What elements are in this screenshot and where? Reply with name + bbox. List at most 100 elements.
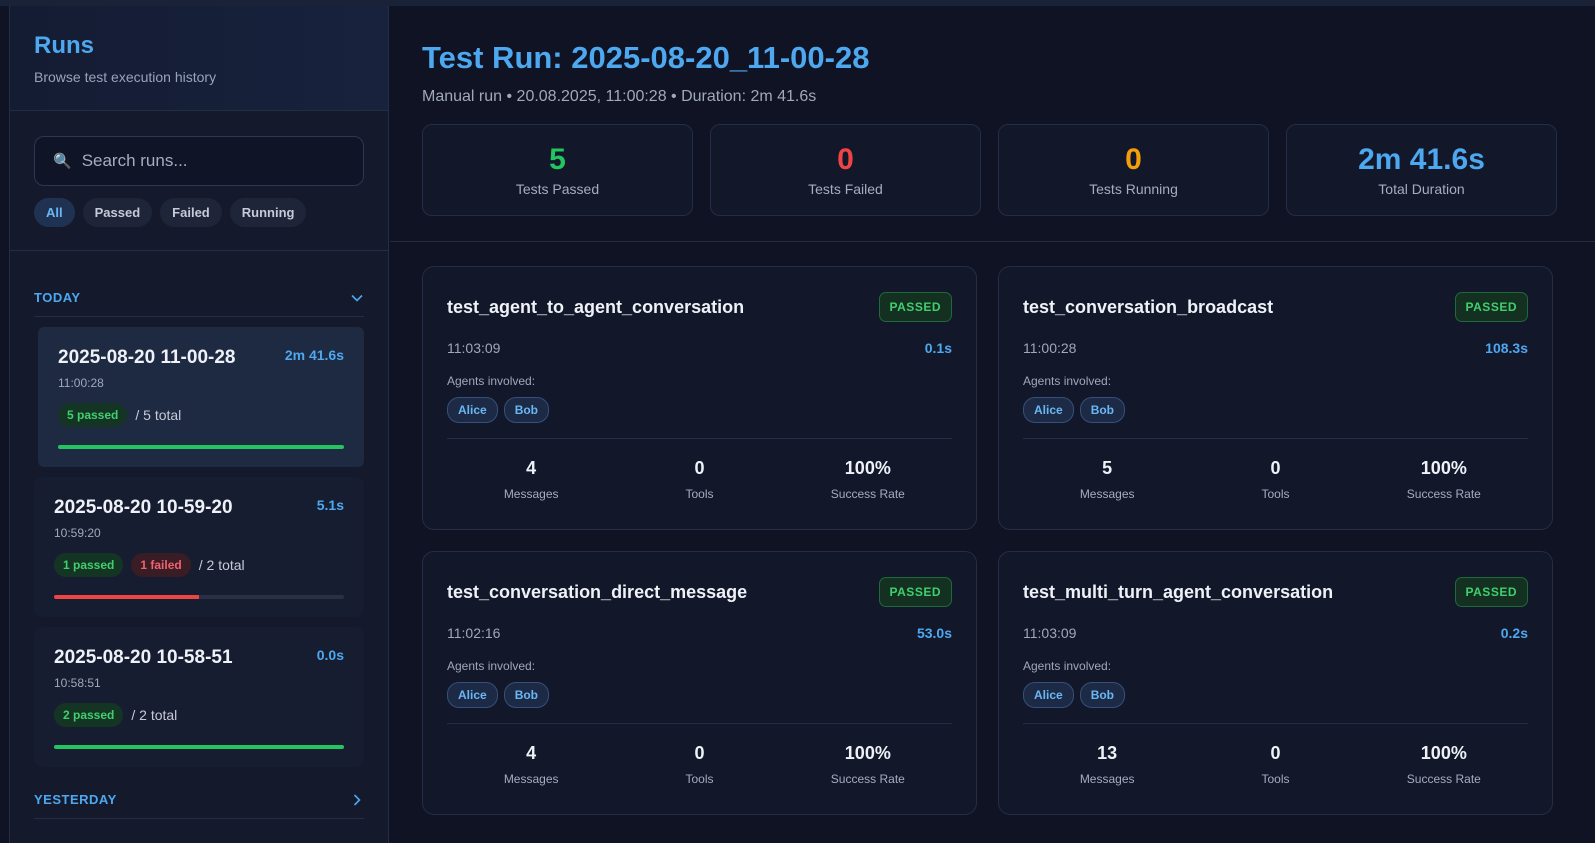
metric-value: 0 bbox=[694, 458, 705, 478]
agents-label: Agents involved: bbox=[1023, 659, 1112, 673]
metric-messages: 5 Messages bbox=[1023, 458, 1191, 501]
metric-success-rate: 100% Success Rate bbox=[1360, 458, 1528, 501]
run-progress-bar bbox=[58, 445, 344, 449]
metric-value: 0 bbox=[1270, 743, 1281, 763]
run-list: TODAY 2025-08-20 11-00-28 2m 41.6s 11:00… bbox=[10, 251, 388, 819]
test-card[interactable]: test_conversation_direct_message PASSED … bbox=[422, 551, 977, 815]
run-progress-bar bbox=[54, 595, 344, 599]
metric-label: Success Rate bbox=[830, 772, 905, 786]
sidebar-subtitle: Browse test execution history bbox=[34, 69, 217, 85]
run-total: / 5 total bbox=[135, 407, 182, 423]
metric-success-rate: 100% Success Rate bbox=[1360, 743, 1528, 786]
run-card[interactable]: 2025-08-20 11-00-28 2m 41.6s 11:00:28 5 … bbox=[38, 327, 364, 467]
test-card[interactable]: test_multi_turn_agent_conversation PASSE… bbox=[998, 551, 1553, 815]
filter-all[interactable]: All bbox=[34, 198, 75, 227]
group-today-header[interactable]: TODAY bbox=[34, 279, 364, 317]
metric-label: Tools bbox=[685, 487, 714, 501]
agents-list: Alice Bob bbox=[447, 397, 952, 439]
agents-list: Alice Bob bbox=[447, 682, 952, 724]
stat-running: 0 Tests Running bbox=[998, 124, 1269, 216]
metric-value: 0 bbox=[1270, 458, 1281, 478]
metric-tools: 0 Tools bbox=[615, 743, 783, 786]
run-total: / 2 total bbox=[198, 557, 245, 573]
filter-running[interactable]: Running bbox=[229, 198, 307, 227]
run-progress-bar bbox=[54, 745, 344, 749]
search-icon: 🔍 bbox=[53, 153, 72, 170]
search-box[interactable]: 🔍 bbox=[34, 136, 364, 186]
metric-label: Tools bbox=[685, 772, 714, 786]
passed-badge: 5 passed bbox=[58, 403, 128, 427]
metric-label: Success Rate bbox=[830, 487, 905, 501]
stat-label: Tests Running bbox=[1089, 181, 1178, 197]
stat-label: Tests Passed bbox=[515, 181, 600, 197]
stat-value: 2m 41.6s bbox=[1358, 143, 1485, 176]
passed-badge: 1 passed bbox=[54, 553, 124, 577]
agents-label: Agents involved: bbox=[1023, 374, 1112, 388]
test-card[interactable]: test_agent_to_agent_conversation PASSED … bbox=[422, 266, 977, 530]
test-time: 11:02:16 bbox=[447, 625, 501, 641]
page-title: Test Run: 2025-08-20_11-00-28 bbox=[422, 40, 870, 75]
progress-fail-fill bbox=[54, 595, 199, 599]
metric-value: 4 bbox=[526, 458, 537, 478]
test-duration: 53.0s bbox=[916, 625, 952, 641]
stat-duration: 2m 41.6s Total Duration bbox=[1286, 124, 1557, 216]
run-name: 2025-08-20 10-58-51 bbox=[54, 647, 233, 668]
metric-value: 100% bbox=[844, 743, 891, 763]
run-name: 2025-08-20 10-59-20 bbox=[54, 497, 233, 518]
metric-label: Messages bbox=[1079, 772, 1135, 786]
filter-passed[interactable]: Passed bbox=[82, 198, 153, 227]
agents-list: Alice Bob bbox=[1023, 397, 1528, 439]
metric-label: Messages bbox=[503, 487, 559, 501]
test-grid: test_agent_to_agent_conversation PASSED … bbox=[390, 242, 1595, 815]
test-duration: 0.1s bbox=[924, 340, 952, 356]
filter-chips: All Passed Failed Running bbox=[34, 198, 364, 227]
run-header: Test Run: 2025-08-20_11-00-28 Manual run… bbox=[390, 6, 1595, 242]
test-duration: 108.3s bbox=[1485, 340, 1528, 356]
metric-label: Tools bbox=[1261, 772, 1290, 786]
run-card[interactable]: 2025-08-20 10-59-20 5.1s 10:59:20 1 pass… bbox=[34, 477, 364, 617]
test-time: 11:03:09 bbox=[1023, 625, 1077, 641]
metric-label: Success Rate bbox=[1406, 487, 1481, 501]
group-label: YESTERDAY bbox=[34, 792, 117, 807]
agent-tag: Bob bbox=[1079, 397, 1126, 423]
run-time: 10:59:20 bbox=[54, 526, 101, 540]
agent-tag: Alice bbox=[447, 397, 498, 423]
filter-failed[interactable]: Failed bbox=[160, 198, 222, 227]
search-input[interactable] bbox=[81, 151, 345, 171]
agent-tag: Alice bbox=[447, 682, 498, 708]
sidebar-filters: 🔍 All Passed Failed Running bbox=[10, 111, 388, 251]
stat-value: 5 bbox=[549, 143, 566, 176]
run-meta: Manual run • 20.08.2025, 11:00:28 • Dura… bbox=[422, 88, 817, 105]
agent-tag: Bob bbox=[503, 682, 550, 708]
test-card[interactable]: test_conversation_broadcast PASSED 11:00… bbox=[998, 266, 1553, 530]
metric-value: 100% bbox=[844, 458, 891, 478]
run-duration: 5.1s bbox=[316, 497, 344, 513]
metric-value: 13 bbox=[1097, 743, 1118, 763]
metric-label: Success Rate bbox=[1406, 772, 1481, 786]
metric-tools: 0 Tools bbox=[1191, 743, 1359, 786]
sidebar-title: Runs bbox=[34, 32, 94, 59]
run-duration: 0.0s bbox=[316, 647, 344, 663]
failed-badge: 1 failed bbox=[131, 553, 191, 577]
passed-badge: 2 passed bbox=[54, 703, 124, 727]
stat-value: 0 bbox=[837, 143, 854, 176]
stats-row: 5 Tests Passed 0 Tests Failed 0 Tests Ru… bbox=[422, 124, 1563, 216]
run-duration: 2m 41.6s bbox=[284, 347, 344, 363]
run-name: 2025-08-20 11-00-28 bbox=[58, 347, 236, 368]
metric-value: 100% bbox=[1420, 458, 1467, 478]
metric-messages: 13 Messages bbox=[1023, 743, 1191, 786]
group-yesterday-header[interactable]: YESTERDAY bbox=[34, 781, 364, 819]
agent-tag: Bob bbox=[503, 397, 550, 423]
metric-tools: 0 Tools bbox=[615, 458, 783, 501]
chevron-down-icon bbox=[351, 294, 363, 302]
status-badge: PASSED bbox=[878, 577, 952, 607]
test-time: 11:00:28 bbox=[1023, 340, 1077, 356]
test-name: test_multi_turn_agent_conversation bbox=[1023, 581, 1334, 602]
stat-failed: 0 Tests Failed bbox=[710, 124, 981, 216]
runs-sidebar: Runs Browse test execution history 🔍 All… bbox=[9, 6, 389, 843]
stat-label: Tests Failed bbox=[808, 181, 883, 197]
metric-success-rate: 100% Success Rate bbox=[784, 743, 952, 786]
run-time: 11:00:28 bbox=[58, 376, 104, 390]
run-card[interactable]: 2025-08-20 10-58-51 0.0s 10:58:51 2 pass… bbox=[34, 627, 364, 767]
metric-tools: 0 Tools bbox=[1191, 458, 1359, 501]
